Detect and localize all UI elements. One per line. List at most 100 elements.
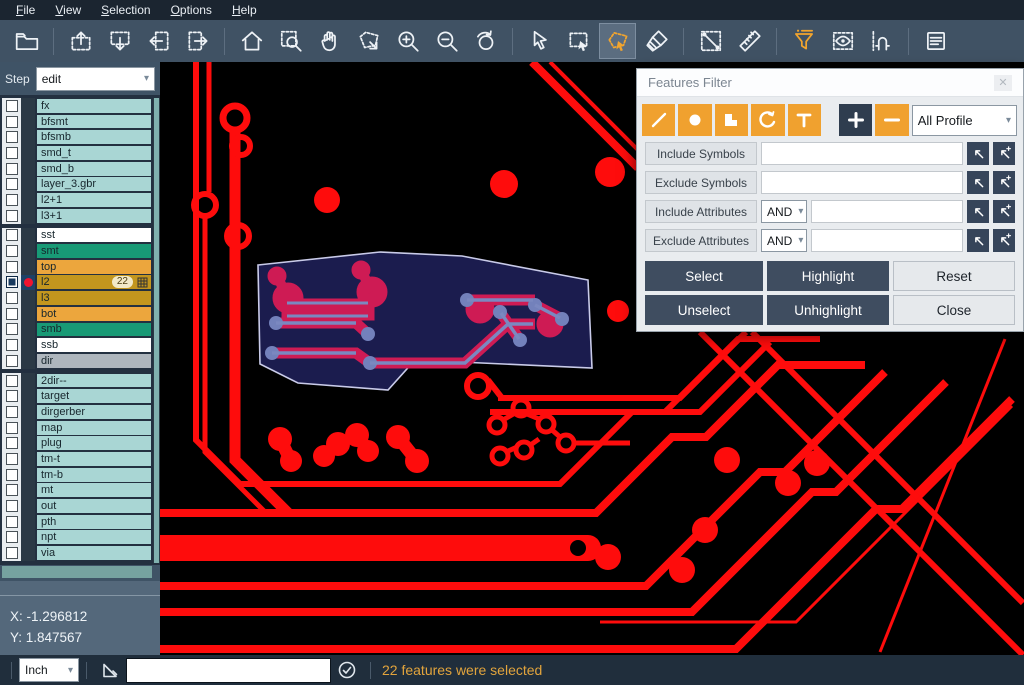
layer-checkbox[interactable] — [6, 422, 18, 434]
select-rectangle-icon[interactable] — [560, 23, 597, 59]
active-layer-gutter[interactable] — [21, 435, 35, 451]
active-layer-gutter[interactable] — [21, 404, 35, 420]
zoom-area-icon[interactable] — [272, 23, 309, 59]
apply-check-icon[interactable] — [337, 660, 357, 680]
zoom-in-icon[interactable] — [389, 23, 426, 59]
layer-checkbox[interactable] — [6, 178, 18, 190]
layer-checkbox[interactable] — [6, 276, 18, 288]
layer-row-tm-t[interactable]: tm-t — [2, 451, 152, 467]
unselect-button[interactable]: Unselect — [645, 295, 763, 325]
layer-row-ssb[interactable]: ssb — [2, 337, 152, 353]
exclude-symbols-input[interactable] — [761, 171, 963, 194]
active-layer-gutter[interactable] — [21, 145, 35, 161]
layer-row-smt[interactable]: smt — [2, 243, 152, 259]
menu-help[interactable]: Help — [222, 1, 267, 20]
layer-chip[interactable]: smd_t — [37, 146, 151, 160]
layer-chip[interactable]: mt — [37, 483, 151, 497]
arc-icon[interactable] — [751, 104, 784, 136]
layer-checkbox[interactable] — [6, 323, 18, 335]
menu-view[interactable]: View — [45, 1, 91, 20]
active-layer-gutter[interactable] — [21, 322, 35, 338]
layer-chip[interactable]: l3+1 — [37, 209, 151, 223]
active-layer-gutter[interactable] — [21, 388, 35, 404]
layer-chip[interactable]: dir — [37, 354, 151, 368]
layer-row-map[interactable]: map — [2, 420, 152, 436]
active-layer-gutter[interactable] — [21, 337, 35, 353]
menu-file[interactable]: File — [6, 1, 45, 20]
exclude-symbols-button[interactable]: Exclude Symbols — [645, 171, 757, 194]
layer-row-bfsmb[interactable]: bfsmb — [2, 129, 152, 145]
layer-checkbox[interactable] — [6, 261, 18, 273]
view-options-icon[interactable] — [824, 23, 861, 59]
layer-chip[interactable]: tm-b — [37, 468, 151, 482]
active-layer-gutter[interactable] — [21, 545, 35, 561]
brush-clear-icon[interactable] — [638, 23, 675, 59]
active-layer-gutter[interactable] — [21, 114, 35, 130]
surface-icon[interactable] — [715, 104, 748, 136]
select-cursor-icon[interactable] — [521, 23, 558, 59]
layer-checkbox[interactable] — [6, 163, 18, 175]
menu-options[interactable]: Options — [161, 1, 222, 20]
layer-chip[interactable]: plug — [37, 436, 151, 450]
open-icon[interactable] — [8, 23, 45, 59]
layer-chip[interactable]: bot — [37, 307, 151, 321]
active-layer-gutter[interactable] — [21, 530, 35, 546]
highlight-button[interactable]: Highlight — [767, 261, 889, 291]
assign-arrow-plus-icon[interactable] — [993, 200, 1015, 223]
menu-selection[interactable]: Selection — [91, 1, 160, 20]
layer-checkbox[interactable] — [6, 500, 18, 512]
pad-icon[interactable] — [678, 104, 711, 136]
active-layer-gutter[interactable] — [21, 129, 35, 145]
snap-magnet-icon[interactable] — [863, 23, 900, 59]
layer-checkbox[interactable] — [6, 375, 18, 387]
layer-row-out[interactable]: out — [2, 498, 152, 514]
profile-select[interactable]: All Profile▾ — [912, 105, 1017, 136]
unit-select[interactable]: Inch ▾ — [19, 658, 79, 682]
layer-checkbox[interactable] — [6, 355, 18, 367]
active-layer-gutter[interactable] — [21, 176, 35, 192]
layer-chip[interactable]: l2+1 — [37, 193, 151, 207]
pan-up-icon[interactable] — [62, 23, 99, 59]
assign-arrow-plus-icon[interactable] — [993, 229, 1015, 252]
active-layer-gutter[interactable] — [21, 514, 35, 530]
layer-row-dirgerber[interactable]: dirgerber — [2, 404, 152, 420]
layer-row-l2[interactable]: l222 — [2, 275, 152, 291]
layer-checkbox[interactable] — [6, 406, 18, 418]
feature-info-icon[interactable] — [917, 23, 954, 59]
layer-row-npt[interactable]: npt — [2, 530, 152, 546]
plus-icon[interactable] — [839, 104, 872, 136]
grid-icon[interactable] — [137, 277, 148, 288]
exclude-attributes-input[interactable] — [811, 229, 963, 252]
text-icon[interactable] — [788, 104, 821, 136]
active-layer-gutter[interactable] — [21, 161, 35, 177]
layer-checkbox[interactable] — [6, 339, 18, 351]
layer-checkbox[interactable] — [6, 229, 18, 241]
layer-row-layer_3.gbr[interactable]: layer_3.gbr — [2, 176, 152, 192]
measure-points-icon[interactable] — [692, 23, 729, 59]
zoom-window-icon[interactable] — [350, 23, 387, 59]
active-layer-gutter[interactable] — [21, 259, 35, 275]
layer-checkbox[interactable] — [6, 116, 18, 128]
step-select[interactable]: edit ▾ — [36, 67, 155, 91]
layer-checkbox[interactable] — [6, 547, 18, 559]
layer-chip[interactable]: dirgerber — [37, 405, 151, 419]
exclude-attributes-button[interactable]: Exclude Attributes — [645, 229, 757, 252]
layer-chip[interactable]: fx — [37, 99, 151, 113]
layer-checkbox[interactable] — [6, 308, 18, 320]
layer-checkbox[interactable] — [6, 531, 18, 543]
minus-icon[interactable] — [875, 104, 908, 136]
layer-chip[interactable]: l3 — [37, 291, 151, 305]
layer-row-mt[interactable]: mt — [2, 483, 152, 499]
layer-checkbox[interactable] — [6, 516, 18, 528]
layer-checkbox[interactable] — [6, 131, 18, 143]
layer-checkbox[interactable] — [6, 245, 18, 257]
active-layer-gutter[interactable] — [21, 353, 35, 369]
layer-checkbox[interactable] — [6, 453, 18, 465]
close-icon[interactable]: ✕ — [994, 75, 1012, 91]
active-layer-gutter[interactable] — [21, 467, 35, 483]
layer-chip[interactable]: sst — [37, 228, 151, 242]
layer-scrollbar-horizontal[interactable] — [2, 566, 152, 578]
layer-chip[interactable]: bfsmb — [37, 130, 151, 144]
active-layer-gutter[interactable] — [21, 290, 35, 306]
assign-arrow-icon[interactable] — [967, 171, 989, 194]
